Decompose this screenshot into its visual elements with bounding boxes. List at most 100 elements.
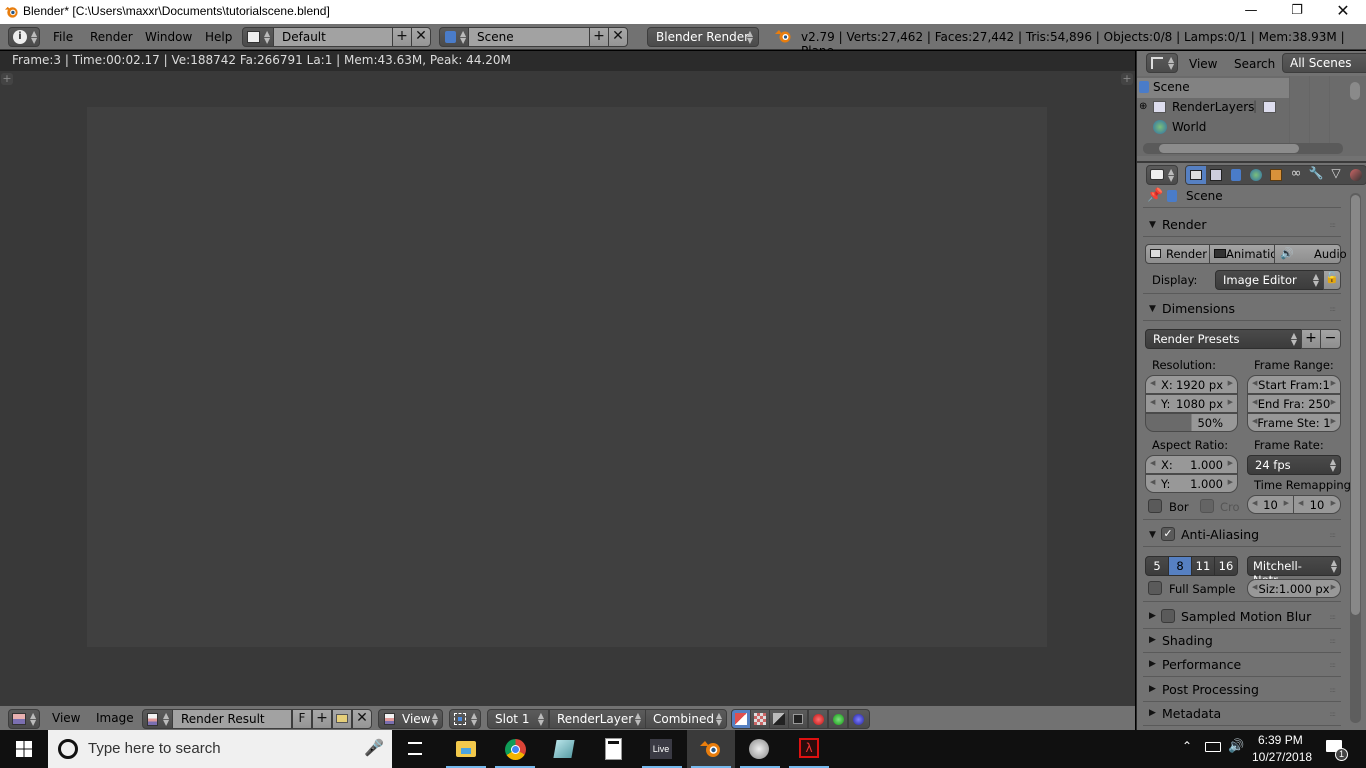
resolution-percentage-slider[interactable]: 50%: [1145, 413, 1238, 432]
editor-type-button[interactable]: ▲ ▼: [1146, 165, 1178, 185]
properties-region-toggle[interactable]: +: [1121, 73, 1133, 85]
anti-aliasing-checkbox[interactable]: ✓: [1161, 527, 1175, 541]
outliner-vertical-scrollbar[interactable]: [1350, 82, 1360, 100]
render-layer-dropdown[interactable]: RenderLayer ▲ ▼: [549, 709, 646, 729]
frame-step-field[interactable]: ◀ Frame Ste: 1 ▶: [1247, 413, 1341, 432]
outliner-item-world[interactable]: World: [1153, 118, 1363, 138]
clock-time[interactable]: 6:39 PM: [1258, 733, 1303, 747]
draw-green-button[interactable]: [828, 709, 848, 729]
tab-constraints[interactable]: ∞: [1286, 166, 1306, 184]
taskbar-search-box[interactable]: Type here to search 🎤: [48, 730, 392, 768]
tab-data[interactable]: ▽: [1326, 166, 1346, 184]
volume-icon[interactable]: 🔊: [1228, 738, 1244, 754]
taskbar-app-acrobat[interactable]: λ: [785, 730, 833, 768]
microphone-icon[interactable]: 🎤: [364, 738, 384, 758]
delete-layout-button[interactable]: ✕: [411, 27, 431, 47]
crop-checkbox[interactable]: [1200, 499, 1214, 513]
panel-render-header[interactable]: ▼ Render ::::: [1143, 213, 1341, 237]
close-button[interactable]: ✕: [1320, 0, 1366, 24]
aa-samples-5[interactable]: 5: [1145, 556, 1169, 576]
tab-world[interactable]: [1246, 166, 1266, 184]
drag-grip-icon[interactable]: ::::: [1330, 613, 1337, 621]
tab-render[interactable]: [1186, 166, 1206, 184]
action-center-button[interactable]: 1: [1315, 730, 1360, 768]
render-engine-dropdown[interactable]: Blender Render ▲ ▼: [647, 27, 759, 47]
panel-metadata-header[interactable]: ▶ Metadata ::::: [1143, 702, 1341, 726]
open-image-button[interactable]: [332, 709, 352, 729]
draw-image-alpha-button[interactable]: [731, 709, 751, 729]
drag-grip-icon[interactable]: ::::: [1330, 686, 1337, 694]
remove-preset-button[interactable]: −: [1320, 329, 1341, 349]
menu-file[interactable]: File: [53, 30, 73, 44]
menu-help[interactable]: Help: [205, 30, 232, 44]
tab-object[interactable]: [1266, 166, 1286, 184]
add-scene-button[interactable]: +: [589, 27, 609, 47]
editor-type-button[interactable]: ▲ ▼: [8, 709, 40, 729]
menu-view[interactable]: View: [52, 711, 80, 725]
expand-icon[interactable]: ⊕: [1139, 101, 1147, 112]
drag-grip-icon[interactable]: ::::: [1330, 221, 1337, 229]
start-frame-field[interactable]: ◀ Start Fram:1 ▶: [1247, 375, 1341, 394]
add-preset-button[interactable]: +: [1301, 329, 1321, 349]
editor-type-button[interactable]: ▲ ▼: [1146, 53, 1178, 73]
draw-zbuffer-button[interactable]: [788, 709, 808, 729]
taskbar-app-blender[interactable]: [687, 730, 735, 768]
editor-type-button[interactable]: i ▲ ▼: [8, 27, 40, 47]
minimize-button[interactable]: —: [1228, 0, 1274, 24]
panel-post-processing-header[interactable]: ▶ Post Processing ::::: [1143, 678, 1341, 702]
menu-image[interactable]: Image: [96, 711, 134, 725]
tool-shelf-toggle[interactable]: +: [1, 73, 13, 85]
taskbar-app-chrome[interactable]: [491, 730, 539, 768]
tab-render-layers[interactable]: [1206, 166, 1226, 184]
image-name-field[interactable]: Render Result: [172, 709, 292, 729]
motion-blur-checkbox[interactable]: [1161, 609, 1175, 623]
taskbar-app-audio[interactable]: [736, 730, 784, 768]
resolution-y-field[interactable]: ◀ Y: 1080 px ▶: [1145, 394, 1238, 413]
outliner-item-scene[interactable]: Scene: [1137, 78, 1289, 98]
drag-grip-icon[interactable]: ::::: [1330, 531, 1337, 539]
lock-interface-button[interactable]: 🔓: [1323, 270, 1341, 290]
draw-red-button[interactable]: [808, 709, 828, 729]
render-presets-dropdown[interactable]: Render Presets ▲ ▼: [1145, 329, 1302, 349]
border-checkbox[interactable]: [1148, 499, 1162, 513]
filter-size-field[interactable]: ◀ Siz:1.000 px ▶: [1247, 579, 1341, 598]
draw-alpha-button[interactable]: [769, 709, 789, 729]
audio-button[interactable]: 🔊 Audio: [1274, 244, 1347, 264]
scene-field[interactable]: Scene: [468, 27, 590, 47]
pivot-point-dropdown[interactable]: ▲ ▼: [449, 709, 481, 729]
outliner-horizontal-scrollbar[interactable]: [1159, 144, 1299, 153]
drag-grip-icon[interactable]: ::::: [1330, 305, 1337, 313]
aa-samples-11[interactable]: 11: [1191, 556, 1215, 576]
image-browse-button[interactable]: ▲ ▼: [142, 709, 173, 729]
delete-scene-button[interactable]: ✕: [608, 27, 628, 47]
drag-grip-icon[interactable]: ::::: [1330, 637, 1337, 645]
aa-samples-8[interactable]: 8: [1168, 556, 1192, 576]
show-hidden-icons-button[interactable]: ⌃: [1182, 739, 1192, 753]
render-button[interactable]: Render: [1145, 244, 1210, 264]
full-sample-checkbox[interactable]: [1148, 581, 1162, 595]
tab-modifiers[interactable]: 🔧: [1306, 166, 1326, 184]
taskbar-app-calculator[interactable]: [589, 730, 637, 768]
render-pass-dropdown[interactable]: Combined ▲ ▼: [645, 709, 727, 729]
outliner-menu-search[interactable]: Search: [1234, 57, 1275, 71]
panel-dimensions-header[interactable]: ▼ Dimensions ::::: [1143, 297, 1341, 321]
outliner-menu-view[interactable]: View: [1189, 57, 1217, 71]
tab-scene[interactable]: [1226, 166, 1246, 184]
menu-window[interactable]: Window: [145, 30, 192, 44]
draw-blue-button[interactable]: [848, 709, 870, 729]
panel-shading-header[interactable]: ▶ Shading ::::: [1143, 629, 1341, 653]
end-frame-field[interactable]: ◀ End Fra: 250 ▶: [1247, 394, 1341, 413]
taskbar-app-explorer[interactable]: [442, 730, 490, 768]
pin-icon[interactable]: 📌: [1147, 188, 1163, 203]
animation-button[interactable]: Animatio: [1209, 244, 1277, 264]
time-remap-new-field[interactable]: ◀ 10 ▶: [1293, 495, 1341, 514]
outliner-item-renderlayers[interactable]: RenderLayers |: [1153, 98, 1363, 118]
unlink-image-button[interactable]: ✕: [352, 709, 372, 729]
drag-grip-icon[interactable]: ::::: [1330, 710, 1337, 718]
aa-filter-dropdown[interactable]: Mitchell-Netr... ▲▼: [1247, 556, 1341, 587]
taskbar-app-notepad[interactable]: [540, 730, 588, 768]
time-remap-old-field[interactable]: ◀ 10 ▶: [1247, 495, 1294, 514]
display-dropdown[interactable]: Image Editor ▲ ▼: [1215, 270, 1324, 290]
panel-performance-header[interactable]: ▶ Performance ::::: [1143, 653, 1341, 677]
screen-layout-field[interactable]: Default: [273, 27, 393, 47]
